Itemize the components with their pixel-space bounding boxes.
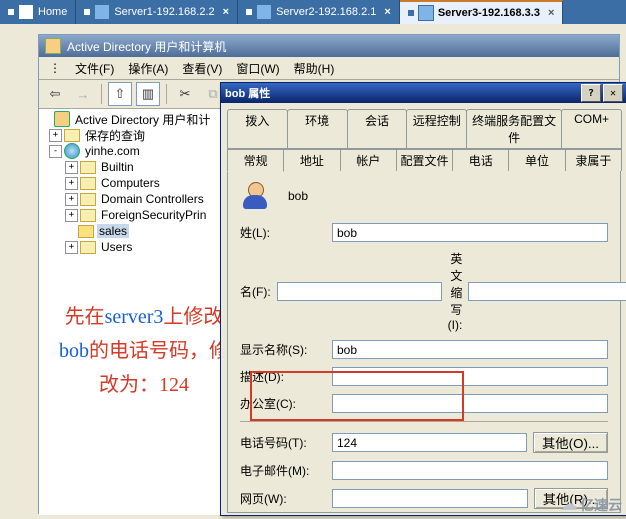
label-firstname: 名(F): xyxy=(240,283,271,300)
tab-profile[interactable]: 配置文件 xyxy=(396,149,453,171)
server-icon xyxy=(94,4,110,20)
forward-button[interactable]: → xyxy=(71,82,95,106)
menu-bar[interactable]: ⋮ 文件(F) 操作(A) 查看(V) 窗口(W) 帮助(H) xyxy=(39,57,619,80)
menu-file[interactable]: 文件(F) xyxy=(69,58,120,79)
folder-icon xyxy=(80,193,96,206)
property-tabs: 拨入 环境 会话 远程控制 终端服务配置文件 COM+ 常规 地址 帐户 配置文… xyxy=(227,109,621,171)
tree-node-builtin[interactable]: +Builtin xyxy=(39,159,221,175)
tab-server2[interactable]: Server2-192.168.2.1× xyxy=(238,0,400,24)
tab-page-general: bob 姓(L): 名(F): 英文缩写(I): 显示名称(S): 描述(D): xyxy=(227,171,621,513)
dialog-title: bob 属性 xyxy=(225,85,270,101)
collapse-icon[interactable]: - xyxy=(49,145,62,158)
home-icon xyxy=(18,4,34,20)
input-initials[interactable] xyxy=(468,282,626,301)
tree-node-dc[interactable]: +Domain Controllers xyxy=(39,191,221,207)
input-lastname[interactable] xyxy=(332,223,608,242)
tab-phone[interactable]: 电话 xyxy=(452,149,509,171)
expand-icon[interactable]: + xyxy=(65,161,78,174)
input-firstname[interactable] xyxy=(277,282,442,301)
expand-icon[interactable]: + xyxy=(65,177,78,190)
menu-window[interactable]: 窗口(W) xyxy=(230,58,285,79)
input-displayname[interactable] xyxy=(332,340,608,359)
tab-remote[interactable]: 远程控制 xyxy=(406,109,467,149)
up-button[interactable]: ⇧ xyxy=(108,82,132,106)
dialog-title-bar[interactable]: bob 属性 ? ✕ xyxy=(221,83,626,103)
close-icon[interactable]: × xyxy=(223,6,229,18)
user-display-name: bob xyxy=(288,189,308,203)
menu-view[interactable]: 查看(V) xyxy=(176,58,228,79)
close-button[interactable]: ✕ xyxy=(603,84,623,102)
folder-icon xyxy=(80,241,96,254)
tab-org[interactable]: 单位 xyxy=(508,149,565,171)
tab-member[interactable]: 隶属于 xyxy=(565,149,622,171)
aduc-root-icon xyxy=(54,111,70,127)
tree-root[interactable]: Active Directory 用户和计 xyxy=(39,111,221,127)
back-button[interactable]: ⇦ xyxy=(43,82,67,106)
tab-general[interactable]: 常规 xyxy=(227,149,284,172)
phone-other-button[interactable]: 其他(O)... xyxy=(533,432,608,453)
input-email[interactable] xyxy=(332,461,608,480)
cloud-icon: ☁ xyxy=(560,494,578,515)
folder-icon xyxy=(80,177,96,190)
menu-action[interactable]: 操作(A) xyxy=(122,58,174,79)
watermark: ☁ 亿速云 xyxy=(560,494,622,515)
menu-handle[interactable]: ⋮ xyxy=(43,59,67,77)
help-button[interactable]: ? xyxy=(581,84,601,102)
folder-icon xyxy=(80,209,96,222)
annotation-text: 先在server3上修改 bob的电话号码，修 改为：124 xyxy=(44,300,244,402)
folder-icon xyxy=(80,161,96,174)
input-phone[interactable] xyxy=(332,433,527,452)
expand-icon[interactable]: + xyxy=(65,193,78,206)
user-icon xyxy=(240,181,270,211)
folder-open-icon xyxy=(78,225,94,238)
label-web: 网页(W): xyxy=(240,490,326,507)
tab-home[interactable]: Home xyxy=(0,0,76,24)
close-icon[interactable]: × xyxy=(384,6,390,18)
tree-node-fsp[interactable]: +ForeignSecurityPrin xyxy=(39,207,221,223)
tab-session[interactable]: 会话 xyxy=(347,109,408,149)
mmc-title-bar: Active Directory 用户和计算机 xyxy=(39,35,619,57)
label-displayname: 显示名称(S): xyxy=(240,341,326,358)
server-icon xyxy=(418,5,434,21)
tab-server1[interactable]: Server1-192.168.2.2× xyxy=(76,0,238,24)
server-icon xyxy=(256,4,272,20)
folder-icon xyxy=(64,129,80,142)
tree-saved-queries[interactable]: +保存的查询 xyxy=(39,127,221,143)
tab-address[interactable]: 地址 xyxy=(283,149,340,171)
domain-icon xyxy=(64,143,80,159)
tab-env[interactable]: 环境 xyxy=(287,109,348,149)
tree-node-sales[interactable]: sales xyxy=(39,223,221,239)
expand-icon[interactable]: + xyxy=(65,209,78,222)
close-icon[interactable]: × xyxy=(548,7,554,19)
label-email: 电子邮件(M): xyxy=(240,462,326,479)
label-office: 办公室(C): xyxy=(240,395,326,412)
input-description[interactable] xyxy=(332,367,608,386)
tree-domain[interactable]: -yinhe.com xyxy=(39,143,221,159)
input-web[interactable] xyxy=(332,489,528,508)
cut-button[interactable]: ✂ xyxy=(173,82,197,106)
label-lastname: 姓(L): xyxy=(240,224,326,241)
mmc-title: Active Directory 用户和计算机 xyxy=(67,38,226,55)
tab-account[interactable]: 帐户 xyxy=(340,149,397,171)
session-tab-bar: Home Server1-192.168.2.2× Server2-192.16… xyxy=(0,0,626,24)
label-description: 描述(D): xyxy=(240,368,326,385)
menu-help[interactable]: 帮助(H) xyxy=(288,58,341,79)
tree-node-users[interactable]: +Users xyxy=(39,239,221,255)
tab-server3[interactable]: Server3-192.168.3.3× xyxy=(400,0,564,24)
label-phone: 电话号码(T): xyxy=(240,434,326,451)
label-initials: 英文缩写(I): xyxy=(448,250,463,332)
input-office[interactable] xyxy=(332,394,608,413)
tree-node-computers[interactable]: +Computers xyxy=(39,175,221,191)
properties-dialog: bob 属性 ? ✕ 拨入 环境 会话 远程控制 终端服务配置文件 COM+ 常… xyxy=(220,82,626,516)
tab-ts[interactable]: 终端服务配置文件 xyxy=(466,109,562,149)
show-hide-tree-button[interactable]: ▥ xyxy=(136,82,160,106)
expand-icon[interactable]: + xyxy=(65,241,78,254)
tab-com[interactable]: COM+ xyxy=(561,109,622,149)
aduc-icon xyxy=(45,38,61,54)
expand-icon[interactable]: + xyxy=(49,129,62,142)
tab-dialin[interactable]: 拨入 xyxy=(227,109,288,149)
